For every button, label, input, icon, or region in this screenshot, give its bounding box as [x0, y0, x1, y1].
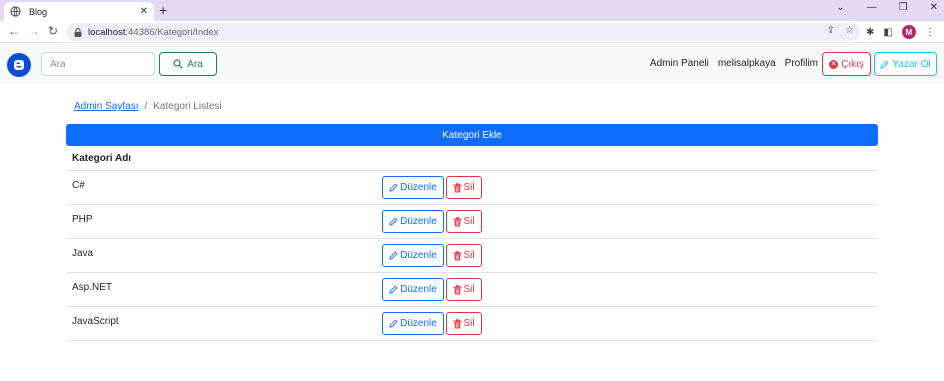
search-button-label: Ara	[187, 58, 203, 70]
edit-button[interactable]: Düzenle	[382, 176, 444, 199]
delete-button-label: Sil	[463, 216, 475, 227]
edit-button[interactable]: Düzenle	[382, 244, 444, 267]
nav-admin-panel-link[interactable]: Admin Paneli	[650, 58, 709, 69]
pencil-icon	[389, 285, 398, 294]
breadcrumb-separator: /	[144, 101, 148, 112]
search-icon	[173, 59, 183, 69]
nav-username-link[interactable]: melisalpkaya	[718, 58, 776, 69]
lock-icon	[74, 27, 82, 37]
pencil-icon	[389, 183, 398, 192]
share-icon[interactable]: ⇪	[827, 25, 835, 36]
window-controls: ⌄ — ❐ ✕	[836, 2, 938, 13]
category-name: Java	[72, 248, 94, 259]
edit-button-label: Düzenle	[400, 182, 437, 193]
address-toolbar: ← → ↻ localhost:44386/Kategori/Index ⇪ ☆…	[0, 21, 944, 43]
url-path: :44386/Kategori/Index	[125, 26, 219, 38]
profile-avatar[interactable]: M	[901, 25, 916, 39]
url-host: localhost	[88, 26, 126, 38]
edit-button[interactable]: Düzenle	[382, 278, 444, 301]
extensions-icon[interactable]: ✱	[866, 27, 874, 38]
delete-button[interactable]: Sil	[446, 278, 482, 301]
edit-button[interactable]: Düzenle	[382, 210, 444, 233]
delete-button-label: Sil	[463, 284, 475, 295]
delete-button[interactable]: Sil	[446, 312, 482, 335]
blogger-logo-icon[interactable]	[7, 53, 31, 77]
trash-icon	[453, 182, 462, 193]
search-button[interactable]: Ara	[159, 52, 217, 76]
pencil-icon	[389, 217, 398, 226]
nav-profile-link[interactable]: Profilim	[785, 58, 818, 69]
breadcrumb-current: Kategori Listesi	[153, 101, 222, 112]
minimize-icon[interactable]: —	[867, 2, 877, 13]
reload-icon[interactable]: ↻	[48, 24, 58, 38]
become-writer-label: Yazar Ol	[892, 58, 931, 70]
tab-close-icon[interactable]: ✕	[140, 6, 148, 17]
browser-tabstrip: Blog ✕ + ⌄ — ❐ ✕	[0, 0, 944, 21]
delete-button-label: Sil	[463, 318, 475, 329]
table-header-category-name: Kategori Adı	[66, 150, 878, 171]
logout-button[interactable]: ✕ Çıkış	[822, 52, 871, 76]
trash-icon	[453, 318, 462, 329]
trash-icon	[453, 250, 462, 261]
delete-button[interactable]: Sil	[446, 210, 482, 233]
trash-icon	[453, 216, 462, 227]
bookmark-star-icon[interactable]: ☆	[845, 25, 854, 36]
browser-tab[interactable]: Blog ✕	[4, 2, 154, 21]
edit-button-label: Düzenle	[400, 318, 437, 329]
url-bar[interactable]: localhost:44386/Kategori/Index ⇪ ☆	[66, 23, 860, 41]
x-circle-icon: ✕	[829, 59, 839, 69]
tab-title: Blog	[29, 6, 48, 17]
table-row: JavaScript Düzenle Sil	[66, 307, 878, 341]
become-writer-button[interactable]: Yazar Ol	[874, 52, 937, 76]
delete-button-label: Sil	[463, 250, 475, 261]
table-row: Java Düzenle Sil	[66, 239, 878, 273]
table-row: Asp.NET Düzenle Sil	[66, 273, 878, 307]
table-row: PHP Düzenle Sil	[66, 205, 878, 239]
forward-icon[interactable]: →	[28, 24, 40, 38]
category-name: JavaScript	[72, 316, 119, 327]
delete-button[interactable]: Sil	[446, 244, 482, 267]
search-input[interactable]	[41, 52, 155, 76]
category-name: PHP	[72, 214, 93, 225]
globe-icon	[10, 6, 21, 17]
category-name: C#	[72, 180, 85, 191]
breadcrumb-admin-link[interactable]: Admin Sayfası	[74, 101, 138, 112]
edit-button-label: Düzenle	[400, 284, 437, 295]
pencil-icon	[389, 319, 398, 328]
category-name: Asp.NET	[72, 282, 113, 293]
pencil-icon	[389, 251, 398, 260]
logout-button-label: Çıkış	[841, 58, 864, 70]
new-tab-icon[interactable]: +	[159, 2, 167, 18]
site-navbar: Ara Admin Paneli melisalpkaya Profilim ✕…	[0, 44, 944, 84]
browser-menu-icon[interactable]: ⋮	[925, 27, 935, 38]
back-icon[interactable]: ←	[8, 24, 20, 38]
table-row: C# Düzenle Sil	[66, 171, 878, 205]
delete-button[interactable]: Sil	[446, 176, 482, 199]
restore-icon[interactable]: ❐	[899, 2, 908, 13]
category-table: Kategori Adı C# Düzenle Sil PHP Düzenle	[66, 150, 878, 341]
edit-button-label: Düzenle	[400, 250, 437, 261]
window-close-icon[interactable]: ✕	[930, 2, 938, 13]
breadcrumb: Admin Sayfası / Kategori Listesi	[74, 101, 222, 112]
side-panel-icon[interactable]: ◧	[883, 27, 892, 38]
add-category-button[interactable]: Kategori Ekle	[66, 124, 878, 146]
tab-search-icon[interactable]: ⌄	[836, 2, 844, 13]
edit-button-label: Düzenle	[400, 216, 437, 227]
trash-icon	[453, 284, 462, 295]
delete-button-label: Sil	[463, 182, 475, 193]
edit-button[interactable]: Düzenle	[382, 312, 444, 335]
pencil-icon	[880, 59, 889, 69]
